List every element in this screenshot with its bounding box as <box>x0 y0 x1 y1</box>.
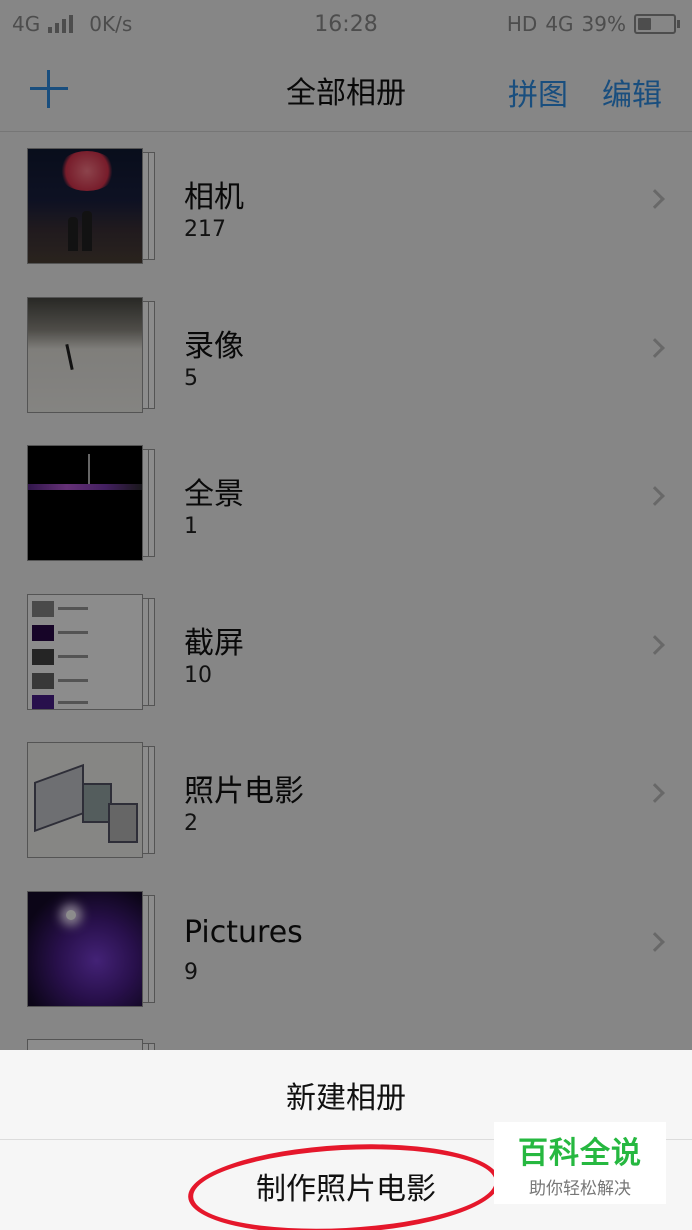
watermark-logo: 百科全说 助你轻松解决 <box>494 1122 666 1204</box>
album-name: 照片电影 <box>184 774 304 809</box>
album-row-video[interactable]: 录像 5 <box>0 281 692 430</box>
album-row-screenshots[interactable]: 截屏 10 <box>0 578 692 727</box>
hd-indicator: HD <box>506 12 538 36</box>
album-thumbnail <box>27 593 155 710</box>
page-title: 全部相册 <box>286 75 406 111</box>
network-type: 4G <box>12 12 41 36</box>
status-bar: 4G 0K/s 16:28 HD 4G 39% <box>0 0 692 48</box>
album-count: 9 <box>184 959 198 985</box>
album-count: 2 <box>184 811 198 836</box>
chevron-right-icon <box>645 634 665 655</box>
collage-button[interactable]: 拼图 <box>508 70 568 114</box>
chevron-right-icon <box>645 783 665 803</box>
album-row-panorama[interactable]: 全景 1 <box>0 429 692 578</box>
album-name: Pictures <box>184 914 303 950</box>
album-row-camera[interactable]: 相机 217 <box>0 132 692 281</box>
album-row-pictures[interactable]: Pictures 9 <box>0 875 692 1024</box>
chevron-right-icon <box>645 189 665 209</box>
album-count: 217 <box>184 217 226 242</box>
album-thumbnail <box>27 148 155 264</box>
status-right: HD 4G 39% <box>507 12 680 36</box>
network-type-right: 4G <box>545 12 574 36</box>
signal-icon <box>48 15 74 33</box>
watermark-title: 百科全说 <box>518 1135 642 1171</box>
album-count: 10 <box>184 662 212 688</box>
album-list: 相机 217 录像 5 全景 1 截屏 10 照片电影 2 Pictures 9 <box>0 132 692 1172</box>
album-thumbnail <box>27 890 155 1007</box>
watermark-subtitle: 助你轻松解决 <box>529 1178 631 1199</box>
album-name: 相机 <box>184 180 244 215</box>
header-actions: 拼图 编辑 <box>508 70 662 114</box>
album-thumbnail <box>27 296 155 413</box>
album-name: 截屏 <box>184 625 244 661</box>
status-left: 4G 0K/s <box>12 12 132 36</box>
edit-button[interactable]: 编辑 <box>602 70 662 114</box>
album-row-photo-movie[interactable]: 照片电影 2 <box>0 726 692 875</box>
album-count: 5 <box>184 365 198 391</box>
album-name: 全景 <box>184 477 244 512</box>
album-name: 录像 <box>184 328 244 364</box>
battery-icon <box>634 14 680 34</box>
chevron-right-icon <box>645 486 665 506</box>
battery-percent: 39% <box>581 12 626 36</box>
chevron-right-icon <box>645 337 665 358</box>
chevron-right-icon <box>645 931 665 952</box>
network-speed: 0K/s <box>89 12 133 36</box>
header-bar: 全部相册 拼图 编辑 <box>0 48 692 132</box>
album-thumbnail <box>27 445 155 561</box>
album-count: 1 <box>184 514 198 539</box>
album-thumbnail <box>27 742 155 858</box>
plus-icon[interactable] <box>30 70 68 108</box>
